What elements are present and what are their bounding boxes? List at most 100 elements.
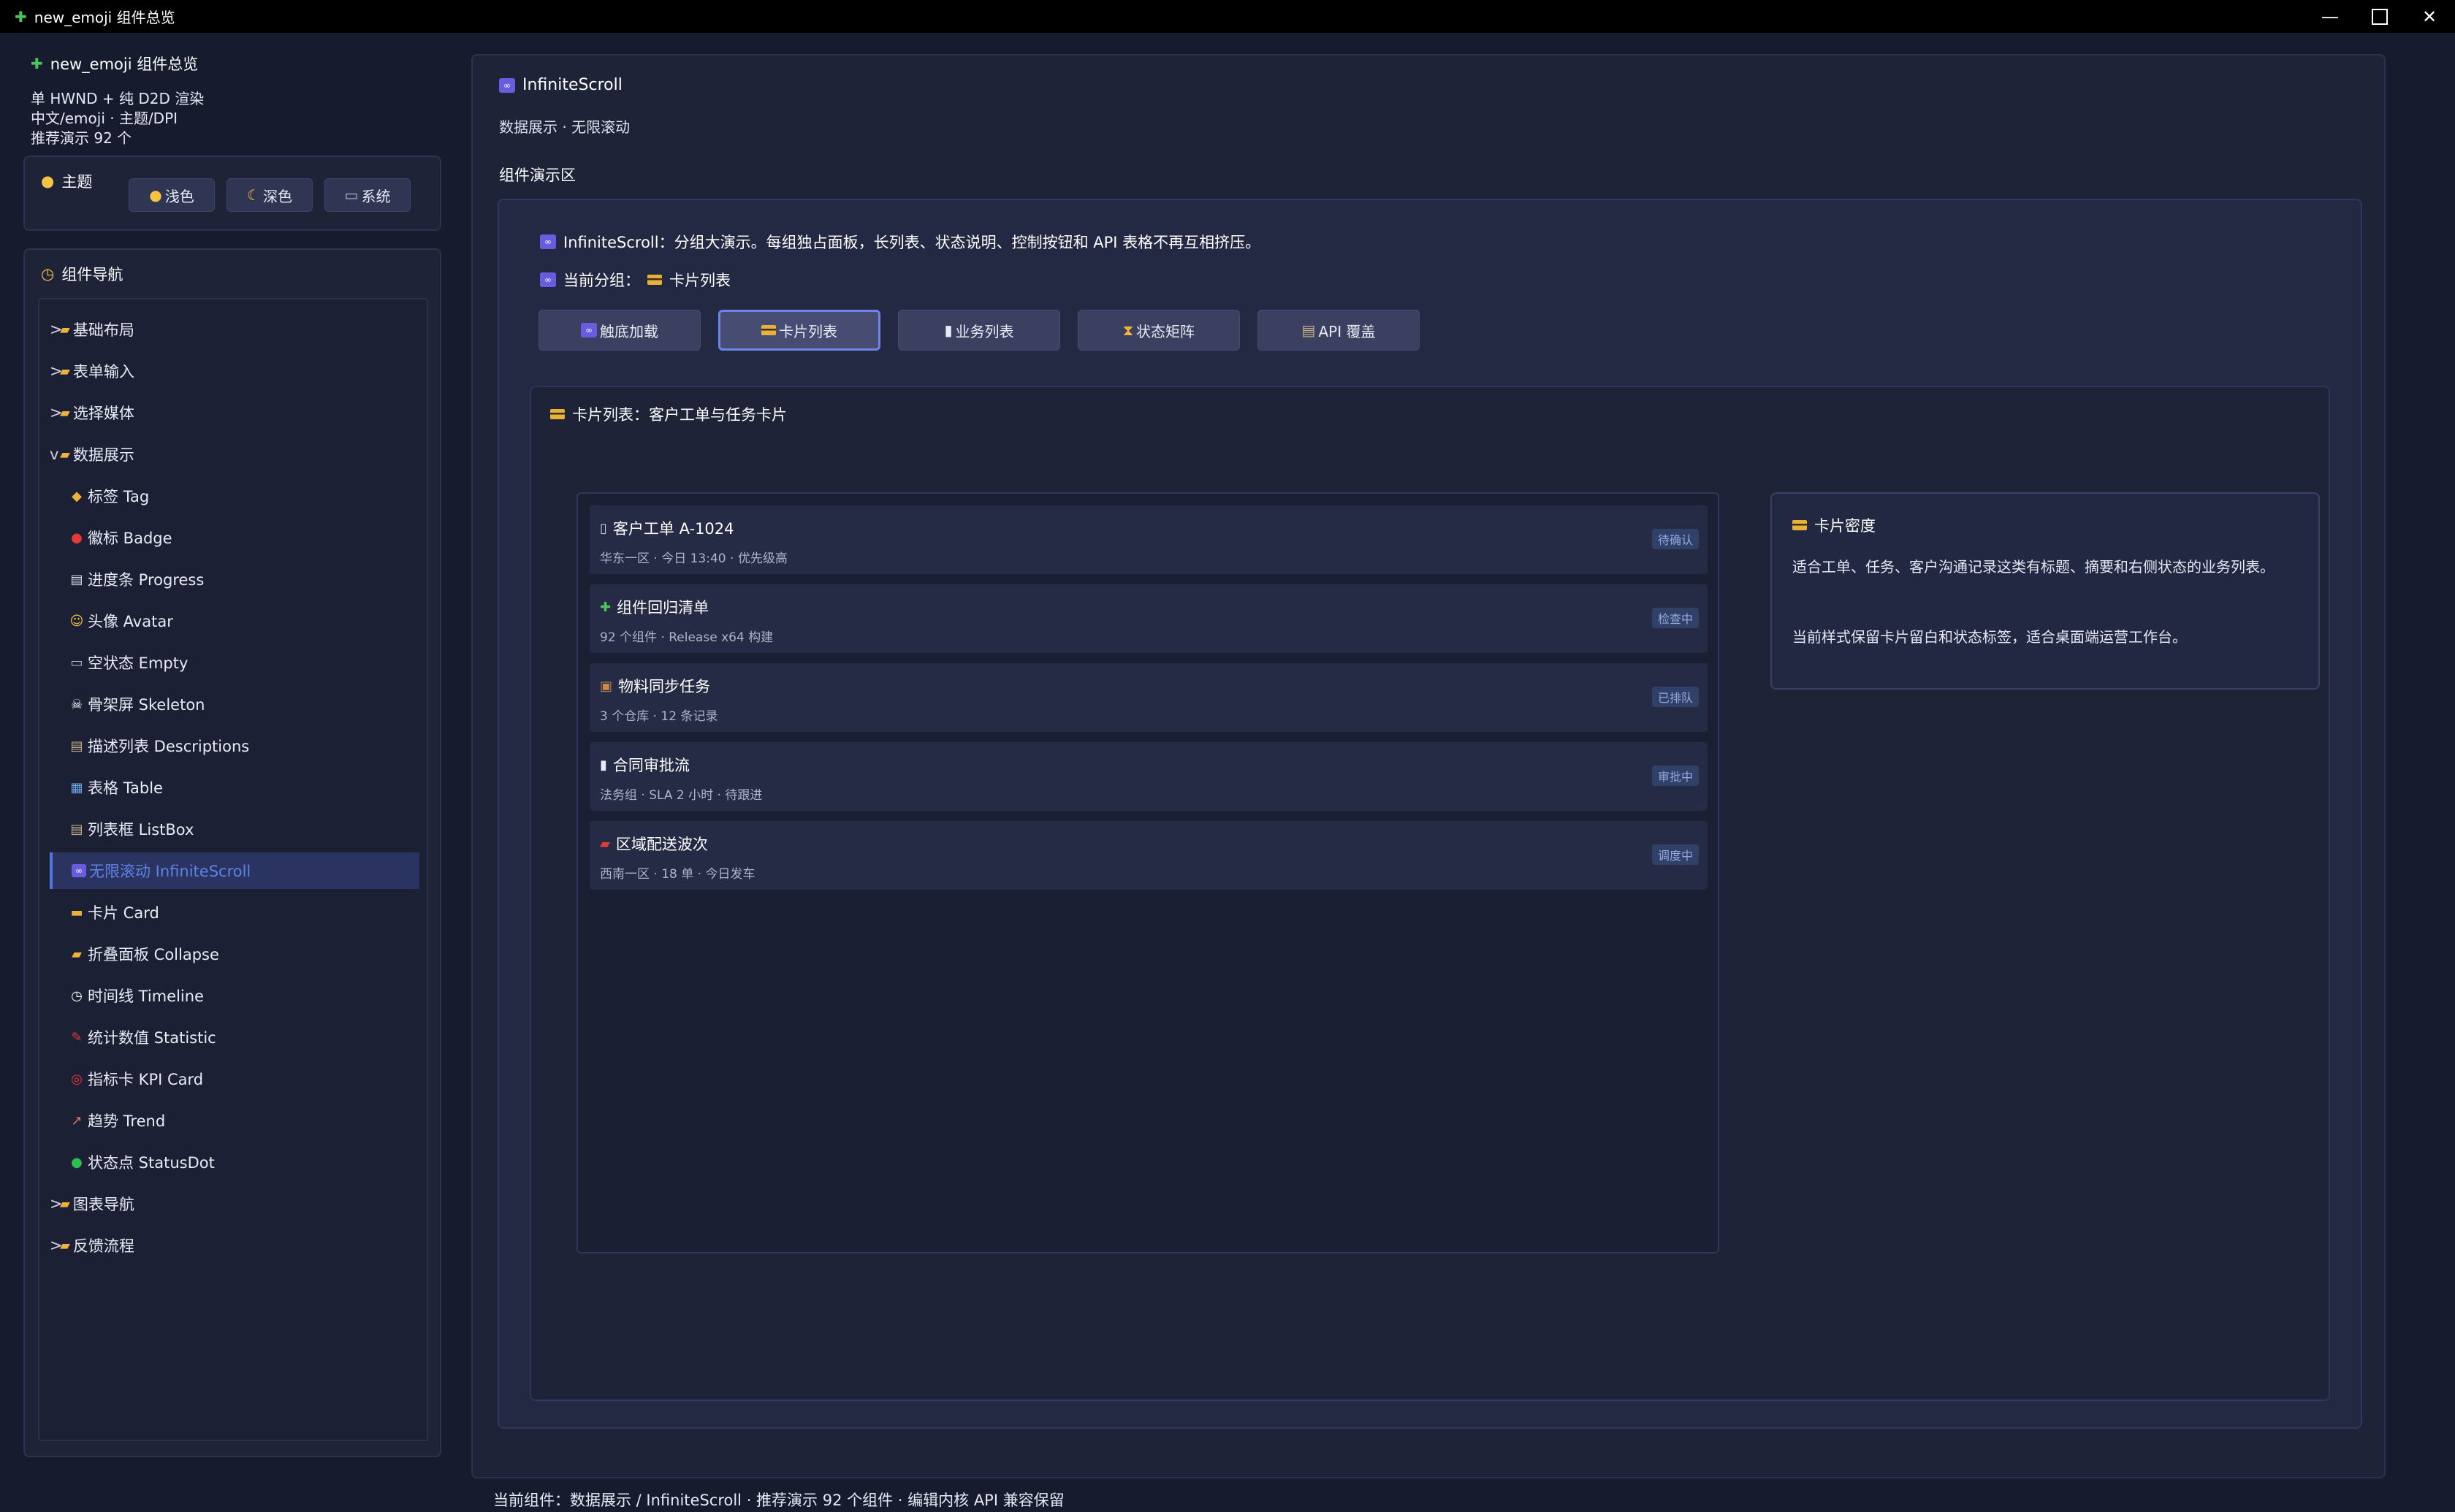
truck-icon: ▰ [600, 836, 610, 852]
status-badge: 待确认 [1651, 529, 1699, 549]
theme-system-button[interactable]: ▭ 系统 [324, 178, 411, 212]
list-item[interactable]: ✚ 组件回归清单 92 个组件 · Release x64 构建 检查中 [590, 584, 1708, 653]
sidebar-info: 单 HWND + 纯 D2D 渲染 中文/emoji · 主题/DPI 推荐演示… [31, 89, 204, 148]
tab-load-on-bottom[interactable]: ∞ 触底加载 [538, 310, 701, 351]
chevron-right-icon: > [50, 321, 63, 338]
nav-item-skeleton[interactable]: ☠ 骨架屏 Skeleton [50, 686, 419, 722]
close-button[interactable]: ✕ [2405, 0, 2454, 33]
list-item[interactable]: ▰ 区域配送波次 西南一区 · 18 单 · 今日发车 调度中 [590, 821, 1708, 890]
theme-label-text: 主题 [61, 173, 93, 191]
nav-item-label: 反馈流程 [72, 1237, 134, 1255]
nav-item-collapse[interactable]: ▰ 折叠面板 Collapse [50, 936, 419, 972]
card-title-text: 物料同步任务 [618, 678, 711, 695]
nav-item-empty[interactable]: ▭ 空状态 Empty [50, 644, 419, 681]
nav-item-badge[interactable]: ● 徽标 Badge [50, 519, 419, 556]
nav-item-kpi-card[interactable]: ◎ 指标卡 KPI Card [50, 1061, 419, 1097]
nav-item-label: 徽标 Badge [88, 530, 172, 547]
minimize-button[interactable]: — [2305, 0, 2355, 33]
nav-item-trend[interactable]: ↗ 趋势 Trend [50, 1102, 419, 1139]
nav-item-label: 基础布局 [72, 321, 134, 339]
nav-item-descriptions[interactable]: ▤ 描述列表 Descriptions [50, 728, 419, 764]
skull-icon: ☠ [70, 696, 83, 712]
nav-item-label: 折叠面板 Collapse [88, 946, 219, 963]
mailbox-icon: ▭ [70, 654, 83, 671]
theme-system-label: 系统 [361, 187, 391, 205]
puzzle-icon: ✚ [15, 7, 27, 26]
demo-intro-text: InfiniteScroll：分组大演示。每组独占面板，长列表、状态说明、控制按… [563, 234, 1261, 251]
sidebar-info-line: 推荐演示 92 个 [31, 129, 132, 147]
maximize-button[interactable] [2355, 0, 2405, 33]
card-title: ▣ 物料同步任务 [600, 675, 710, 697]
nav-group-feedback-flow[interactable]: > ▰ 反馈流程 [50, 1227, 419, 1264]
nav-item-label: 选择媒体 [72, 405, 134, 422]
sidebar-title-row: ✚ new_emoji 组件总览 [31, 53, 440, 75]
card-title-text: 组件回归清单 [617, 599, 709, 616]
tab-status-matrix[interactable]: ⧗ 状态矩阵 [1078, 310, 1240, 351]
nav-item-listbox[interactable]: ▤ 列表框 ListBox [50, 811, 419, 847]
tab-card-list[interactable]: 卡片列表 [718, 310, 880, 351]
nav-item-label: 图表导航 [72, 1196, 134, 1213]
card-subtitle: 法务组 · SLA 2 小时 · 待跟进 [600, 788, 763, 803]
nav-group-form-input[interactable]: > ▰ 表单输入 [50, 353, 419, 389]
demo-intro: ∞ InfiniteScroll：分组大演示。每组独占面板，长列表、状态说明、控… [540, 231, 1260, 253]
page-title: ∞ InfiniteScroll [499, 76, 623, 94]
nav-item-label: 列表框 ListBox [88, 821, 194, 839]
tag-icon: ◆ [72, 488, 82, 504]
density-title-text: 卡片密度 [1814, 517, 1876, 535]
mushroom-icon: ● [41, 172, 55, 190]
card-title: ✚ 组件回归清单 [600, 596, 709, 618]
credit-card-icon [1792, 520, 1807, 530]
window-title: new_emoji 组件总览 [34, 9, 175, 26]
smiley-icon: ☺ [69, 613, 84, 629]
nav-item-statistic[interactable]: ✎ 统计数值 Statistic [50, 1019, 419, 1055]
folder-icon: ▰ [60, 1237, 70, 1253]
nav-item-timeline[interactable]: ◷ 时间线 Timeline [50, 977, 419, 1014]
close-icon: ✕ [2421, 6, 2437, 27]
tab-label: 卡片列表 [779, 322, 837, 340]
density-title: 卡片密度 [1792, 514, 1876, 536]
nav-group-chart-navigation[interactable]: > ▰ 图表导航 [50, 1185, 419, 1222]
list-item[interactable]: ▣ 物料同步任务 3 个仓库 · 12 条记录 已排队 [590, 663, 1708, 732]
nav-item-label: 状态点 StatusDot [88, 1154, 215, 1172]
nav-item-tag[interactable]: ◆ 标签 Tag [50, 478, 419, 514]
tab-label: API 覆盖 [1318, 322, 1376, 340]
infinity-icon: ∞ [72, 864, 86, 877]
credit-card-icon [550, 409, 565, 419]
page-title-text: InfiniteScroll [522, 76, 623, 94]
nav-item-statusdot[interactable]: ● 状态点 StatusDot [50, 1144, 419, 1180]
card-title: ▯ 客户工单 A-1024 [600, 517, 734, 539]
main-panel: ∞ InfiniteScroll 数据展示 · 无限滚动 组件演示区 ∞ Inf… [471, 54, 2386, 1478]
nav-group-basic-layout[interactable]: > ▰ 基础布局 [50, 311, 419, 348]
nav-item-progress[interactable]: ▤ 进度条 Progress [50, 561, 419, 597]
card-title-text: 合同审批流 [612, 757, 690, 774]
nav-item-infinitescroll[interactable]: ∞ 无限滚动 InfiniteScroll [50, 852, 419, 889]
theme-panel: ● 主题 ● 浅色 ☾ 深色 ▭ 系统 [23, 156, 441, 231]
nav-item-avatar[interactable]: ☺ 头像 Avatar [50, 603, 419, 639]
list-item[interactable]: ▯ 客户工单 A-1024 华东一区 · 今日 13:40 · 优先级高 待确认 [590, 505, 1708, 574]
demo-area-label: 组件演示区 [499, 167, 576, 184]
status-badge: 调度中 [1651, 844, 1699, 865]
nav-item-card[interactable]: ▬ 卡片 Card [50, 894, 419, 931]
infinite-scroll-list[interactable]: ▯ 客户工单 A-1024 华东一区 · 今日 13:40 · 优先级高 待确认 … [576, 492, 1719, 1253]
list-item[interactable]: ▮ 合同审批流 法务组 · SLA 2 小时 · 待跟进 审批中 [590, 742, 1708, 811]
theme-light-button[interactable]: ● 浅色 [129, 178, 215, 212]
card-title-text: 客户工单 A-1024 [612, 520, 734, 538]
page-subtitle: 数据展示 · 无限滚动 [499, 118, 631, 136]
nav-item-label: 标签 Tag [88, 488, 150, 505]
section-title-text: 卡片列表：客户工单与任务卡片 [572, 406, 787, 424]
package-icon: ▣ [600, 678, 613, 694]
status-badge: 已排队 [1651, 687, 1699, 707]
theme-dark-button[interactable]: ☾ 深色 [227, 178, 313, 212]
green-circle-icon: ● [71, 1154, 83, 1170]
nav-item-table[interactable]: ▦ 表格 Table [50, 769, 419, 806]
nav-group-select-media[interactable]: > ▰ 选择媒体 [50, 394, 419, 431]
nav-item-label: 头像 Avatar [88, 613, 173, 630]
nav-item-label: 空状态 Empty [88, 654, 189, 672]
minimize-icon: — [2321, 6, 2339, 27]
tab-api-coverage[interactable]: ▤ API 覆盖 [1257, 310, 1420, 351]
nav-item-label: 骨架屏 Skeleton [88, 696, 205, 714]
nav-tree[interactable]: > ▰ 基础布局 > ▰ 表单输入 > ▰ 选择媒体 v ▰ 数据展示 ◆ 标签 Tag ● 徽标 … [38, 298, 428, 1441]
tab-business-list[interactable]: ▮ 业务列表 [898, 310, 1060, 351]
nav-group-data-display[interactable]: v ▰ 数据展示 [50, 436, 419, 473]
puzzle-icon: ✚ [600, 599, 612, 615]
